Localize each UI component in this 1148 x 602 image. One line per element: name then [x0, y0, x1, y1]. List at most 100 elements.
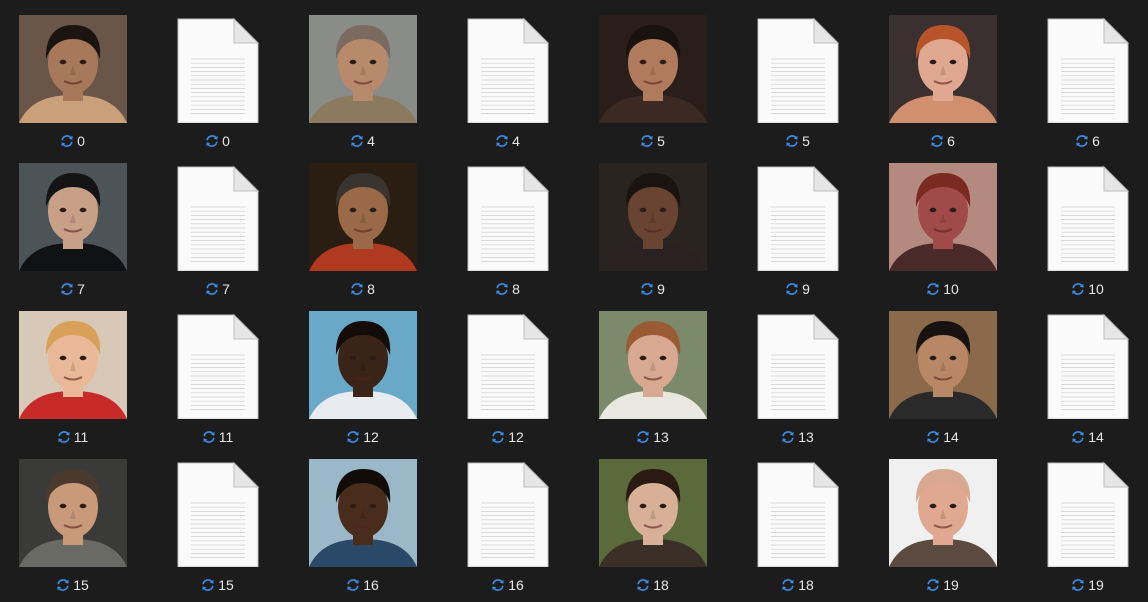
- file-name-text: 15: [218, 577, 234, 593]
- portrait-thumbnail[interactable]: [309, 15, 417, 123]
- document-icon[interactable]: [454, 15, 562, 123]
- image-file-item[interactable]: 9: [580, 148, 725, 297]
- file-name-text: 15: [73, 577, 89, 593]
- document-icon[interactable]: [164, 163, 272, 271]
- image-file-item[interactable]: 5: [580, 0, 725, 149]
- file-name-text: 16: [363, 577, 379, 593]
- portrait-thumbnail[interactable]: [889, 311, 997, 419]
- file-name-label[interactable]: 16: [435, 576, 580, 594]
- document-file-item[interactable]: 10: [1015, 148, 1148, 297]
- document-icon[interactable]: [744, 311, 852, 419]
- document-file-item[interactable]: 5: [725, 0, 870, 149]
- file-name-label[interactable]: 18: [580, 576, 725, 594]
- document-icon[interactable]: [164, 15, 272, 123]
- document-icon[interactable]: [744, 15, 852, 123]
- image-file-item[interactable]: 16: [290, 444, 435, 594]
- sync-icon: [640, 134, 654, 148]
- image-file-item[interactable]: 15: [0, 444, 145, 594]
- sync-icon: [201, 578, 215, 592]
- sync-icon: [926, 578, 940, 592]
- sync-icon: [495, 282, 509, 296]
- portrait-thumbnail[interactable]: [19, 163, 127, 271]
- sync-icon: [350, 282, 364, 296]
- file-name-text: 18: [798, 577, 814, 593]
- image-file-item[interactable]: 12: [290, 296, 435, 445]
- document-icon[interactable]: [744, 163, 852, 271]
- portrait-thumbnail[interactable]: [309, 459, 417, 567]
- document-icon[interactable]: [164, 459, 272, 567]
- sync-icon: [781, 430, 795, 444]
- file-name-label[interactable]: 15: [145, 576, 290, 594]
- document-file-item[interactable]: 8: [435, 148, 580, 297]
- image-file-item[interactable]: 10: [870, 148, 1015, 297]
- document-icon[interactable]: [164, 311, 272, 419]
- portrait-thumbnail[interactable]: [309, 163, 417, 271]
- sync-icon: [781, 578, 795, 592]
- document-file-item[interactable]: 13: [725, 296, 870, 445]
- sync-icon: [60, 282, 74, 296]
- file-name-text: 18: [653, 577, 669, 593]
- portrait-thumbnail[interactable]: [889, 459, 997, 567]
- document-file-item[interactable]: 19: [1015, 444, 1148, 594]
- image-file-item[interactable]: 6: [870, 0, 1015, 149]
- portrait-thumbnail[interactable]: [309, 311, 417, 419]
- image-file-item[interactable]: 18: [580, 444, 725, 594]
- image-file-item[interactable]: 14: [870, 296, 1015, 445]
- sync-icon: [202, 430, 216, 444]
- sync-icon: [636, 430, 650, 444]
- document-file-item[interactable]: 15: [145, 444, 290, 594]
- image-file-item[interactable]: 19: [870, 444, 1015, 594]
- document-file-item[interactable]: 12: [435, 296, 580, 445]
- file-name-label[interactable]: 18: [725, 576, 870, 594]
- document-icon[interactable]: [1034, 15, 1142, 123]
- document-file-item[interactable]: 6: [1015, 0, 1148, 149]
- file-name-label[interactable]: 15: [0, 576, 145, 594]
- sync-icon: [930, 134, 944, 148]
- document-file-item[interactable]: 16: [435, 444, 580, 594]
- document-icon[interactable]: [744, 459, 852, 567]
- portrait-thumbnail[interactable]: [599, 163, 707, 271]
- image-file-item[interactable]: 11: [0, 296, 145, 445]
- sync-icon: [205, 282, 219, 296]
- document-icon[interactable]: [1034, 311, 1142, 419]
- image-file-item[interactable]: 13: [580, 296, 725, 445]
- document-file-item[interactable]: 4: [435, 0, 580, 149]
- file-name-text: 19: [943, 577, 959, 593]
- document-file-item[interactable]: 7: [145, 148, 290, 297]
- file-name-label[interactable]: 16: [290, 576, 435, 594]
- sync-icon: [636, 578, 650, 592]
- portrait-thumbnail[interactable]: [889, 163, 997, 271]
- sync-icon: [1071, 578, 1085, 592]
- file-name-label[interactable]: 19: [1015, 576, 1148, 594]
- portrait-thumbnail[interactable]: [19, 311, 127, 419]
- image-file-item[interactable]: 0: [0, 0, 145, 149]
- document-icon[interactable]: [454, 311, 562, 419]
- image-file-item[interactable]: 7: [0, 148, 145, 297]
- document-icon[interactable]: [1034, 459, 1142, 567]
- portrait-thumbnail[interactable]: [19, 459, 127, 567]
- image-file-item[interactable]: 8: [290, 148, 435, 297]
- file-name-text: 16: [508, 577, 524, 593]
- file-name-label[interactable]: 19: [870, 576, 1015, 594]
- document-file-item[interactable]: 9: [725, 148, 870, 297]
- portrait-thumbnail[interactable]: [599, 459, 707, 567]
- document-icon[interactable]: [1034, 163, 1142, 271]
- document-file-item[interactable]: 0: [145, 0, 290, 149]
- portrait-thumbnail[interactable]: [599, 15, 707, 123]
- portrait-thumbnail[interactable]: [599, 311, 707, 419]
- document-file-item[interactable]: 18: [725, 444, 870, 594]
- sync-icon: [495, 134, 509, 148]
- sync-icon: [491, 430, 505, 444]
- sync-icon: [56, 578, 70, 592]
- document-icon[interactable]: [454, 163, 562, 271]
- portrait-thumbnail[interactable]: [889, 15, 997, 123]
- document-file-item[interactable]: 11: [145, 296, 290, 445]
- image-file-item[interactable]: 4: [290, 0, 435, 149]
- sync-icon: [785, 134, 799, 148]
- portrait-thumbnail[interactable]: [19, 15, 127, 123]
- sync-icon: [205, 134, 219, 148]
- sync-icon: [1071, 430, 1085, 444]
- document-file-item[interactable]: 14: [1015, 296, 1148, 445]
- sync-icon: [1075, 134, 1089, 148]
- document-icon[interactable]: [454, 459, 562, 567]
